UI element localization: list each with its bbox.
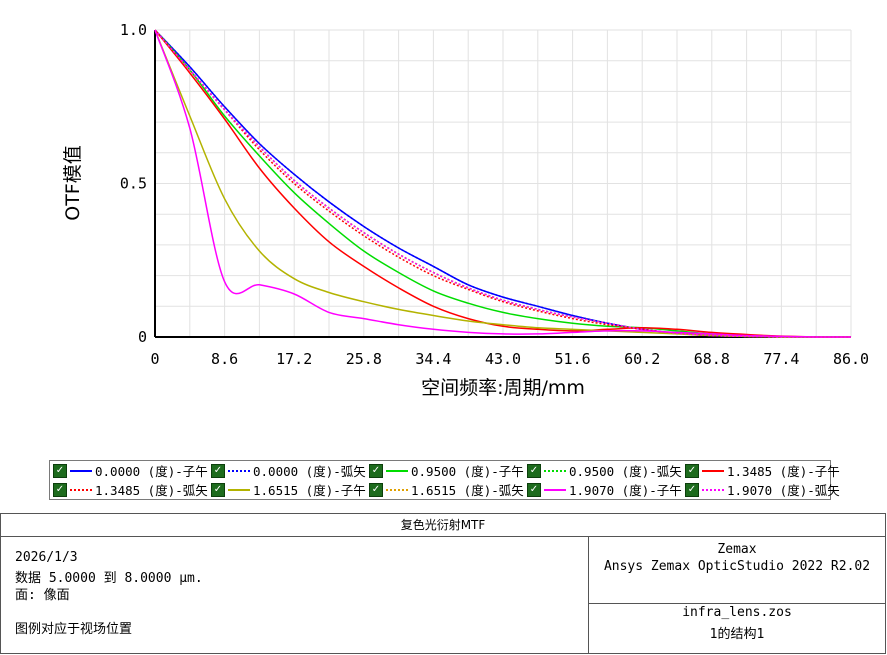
checkbox-icon[interactable]: ✓ [685,463,699,478]
legend-swatch [386,488,408,491]
info-date: 2026/1/3 [15,550,78,565]
info-title: 复色光衍射MTF [1,514,885,537]
legend-label: 0.0000 (度)-弧矢 [253,464,366,479]
legend-item[interactable]: ✓ 0.0000 (度)-子午 [53,461,211,480]
info-surface: 面: 像面 [15,588,70,603]
info-vendor-block: Zemax Ansys Zemax OpticStudio 2022 R2.02 [589,536,885,604]
x-tick-label: 43.0 [485,350,521,368]
legend-swatch [228,469,250,472]
mtf-chart: 0 8.6 17.2 25.8 34.4 43.0 51.6 60.2 68.8 77.4 86.0… [62,21,869,399]
legend-swatch [702,469,724,472]
checkbox-icon[interactable]: ✓ [53,482,67,497]
legend-label: 0.9500 (度)-弧矢 [569,464,682,479]
x-tick-label: 86.0 [833,350,869,368]
legend-swatch [386,469,408,472]
legend-label: 1.6515 (度)-子午 [253,483,366,498]
x-tick-label: 68.8 [694,350,730,368]
legend-label: 0.0000 (度)-子午 [95,464,208,479]
x-tick-label: 51.6 [555,350,591,368]
x-tick-labels: 0 8.6 17.2 25.8 34.4 43.0 51.6 60.2 68.8 77.4 86.0 [150,350,869,368]
y-axis-title: OTF模值 [62,145,84,221]
x-tick-label: 60.2 [624,350,660,368]
x-tick-label: 8.6 [211,350,238,368]
legend-item[interactable]: ✓ 0.9500 (度)-弧矢 [527,461,685,480]
legend-label: 1.3485 (度)-子午 [727,464,840,479]
checkbox-icon[interactable]: ✓ [369,482,383,497]
info-file: infra_lens.zos [682,605,792,620]
legend-item[interactable]: ✓ 1.3485 (度)-子午 [685,461,840,480]
checkbox-icon[interactable]: ✓ [527,482,541,497]
x-tick-label: 25.8 [346,350,382,368]
x-axis-title: 空间频率:周期/mm [421,377,585,399]
legend-label: 1.9070 (度)-弧矢 [727,483,840,498]
y-tick-label: 0 [138,328,147,346]
legend: ✓ 0.0000 (度)-子午 ✓ 0.0000 (度)-弧矢 ✓ 0.9500 (度)-… [49,460,840,500]
checkbox-icon[interactable]: ✓ [369,463,383,478]
x-tick-label: 17.2 [276,350,312,368]
checkbox-icon[interactable]: ✓ [211,482,225,497]
checkbox-icon[interactable]: ✓ [527,463,541,478]
y-tick-labels: 0 0.5 1.0 [120,21,147,346]
x-tick-label: 34.4 [415,350,451,368]
info-panel: 复色光衍射MTF 2026/1/3 数据 5.0000 到 8.0000 μm.… [0,513,886,654]
x-tick-label: 0 [150,350,159,368]
checkbox-icon[interactable]: ✓ [53,463,67,478]
legend-item[interactable]: ✓ 1.6515 (度)-子午 [211,480,369,499]
checkbox-icon[interactable]: ✓ [211,463,225,478]
legend-label: 0.9500 (度)-子午 [411,464,524,479]
info-left-block: 2026/1/3 数据 5.0000 到 8.0000 μm. 面: 像面 图例… [1,536,589,653]
legend-label: 1.3485 (度)-弧矢 [95,483,208,498]
legend-swatch [70,488,92,491]
info-legend-note: 图例对应于视场位置 [15,622,133,637]
info-config: 1的结构1 [709,627,765,642]
legend-swatch [70,469,92,472]
chart-grid [154,29,852,338]
legend-item[interactable]: ✓ 1.6515 (度)-弧矢 [369,480,527,499]
checkbox-icon[interactable]: ✓ [685,482,699,497]
legend-swatch [544,488,566,491]
legend-item[interactable]: ✓ 0.9500 (度)-子午 [369,461,527,480]
y-tick-label: 1.0 [120,21,147,39]
legend-item[interactable]: ✓ 1.3485 (度)-弧矢 [53,480,211,499]
info-product: Ansys Zemax OpticStudio 2022 R2.02 [603,559,871,574]
legend-item[interactable]: ✓ 1.9070 (度)-子午 [527,480,685,499]
legend-item[interactable]: ✓ 0.0000 (度)-弧矢 [211,461,369,480]
y-tick-label: 0.5 [120,175,147,193]
legend-label: 1.6515 (度)-弧矢 [411,483,524,498]
legend-swatch [702,488,724,491]
legend-swatch [544,469,566,472]
legend-swatch [228,488,250,491]
x-tick-label: 77.4 [763,350,799,368]
legend-item[interactable]: ✓ 1.9070 (度)-弧矢 [685,480,840,499]
legend-label: 1.9070 (度)-子午 [569,483,682,498]
info-file-block: infra_lens.zos 1的结构1 [589,604,885,653]
info-vendor: Zemax [717,542,757,557]
